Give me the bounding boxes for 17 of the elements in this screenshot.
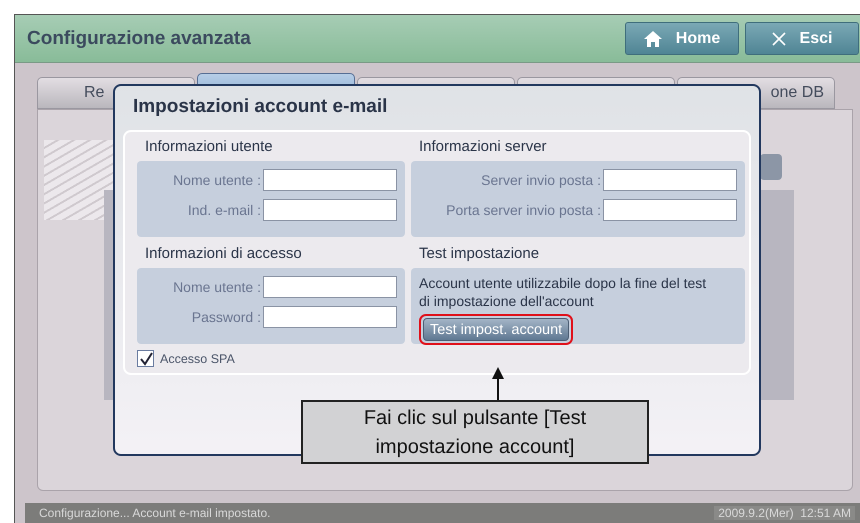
field-label: Password : xyxy=(192,309,261,325)
section-heading: Informazioni di accesso xyxy=(145,245,303,262)
field-label: Ind. e-mail : xyxy=(188,202,261,218)
section-heading: Test impostazione xyxy=(419,245,540,262)
field-label: Porta server invio posta : xyxy=(446,202,601,218)
description-text: Account utente utilizzabile dopo la fine del test di impostazione dell'account xyxy=(419,274,708,310)
field-label: Server invio posta : xyxy=(481,172,601,188)
window-title: Configurazione avanzata xyxy=(27,28,251,50)
status-message: Configurazione... Account e-mail impostato. xyxy=(39,506,270,520)
field-label: Nome utente : xyxy=(173,279,261,295)
field-label: Nome utente : xyxy=(173,172,261,188)
section-heading: Informazioni utente xyxy=(145,138,274,155)
callout-text: Fai clic sul pulsante [Test impostazione account] xyxy=(301,400,649,464)
section-heading: Informazioni server xyxy=(419,138,548,155)
dialog-title: Impostazioni account e-mail xyxy=(133,96,388,118)
checkbox-label: Accesso SPA xyxy=(160,352,235,366)
status-datetime: 2009.9.2(Mer) 12:51 AM xyxy=(714,506,855,520)
